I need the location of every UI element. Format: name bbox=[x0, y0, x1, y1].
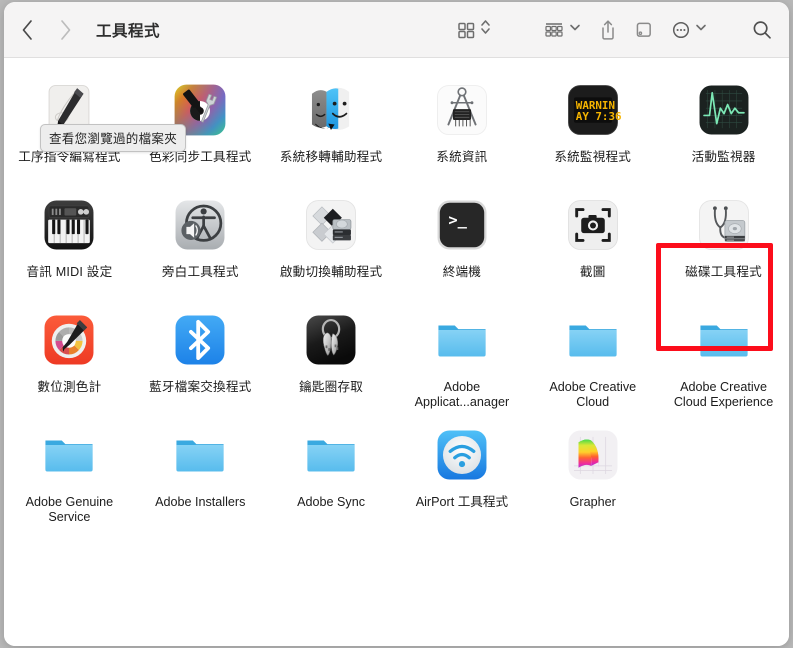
boot-camp-assistant-icon bbox=[299, 193, 363, 257]
tag-icon bbox=[636, 22, 651, 37]
file-label: 系統移轉輔助程式 bbox=[279, 150, 383, 164]
chevron-down-icon bbox=[569, 17, 581, 42]
migration-assistant-icon bbox=[299, 78, 363, 142]
tag-button[interactable] bbox=[633, 15, 655, 45]
console-line-2: AY 7:36 bbox=[576, 110, 622, 123]
file-item-airport-utility[interactable]: AirPort 工具程式 bbox=[396, 417, 527, 532]
file-label: 磁碟工具程式 bbox=[685, 265, 762, 279]
voiceover-utility-icon bbox=[168, 193, 232, 257]
folder-icon bbox=[561, 308, 625, 372]
keychain-access-icon bbox=[299, 308, 363, 372]
file-label: 活動監視器 bbox=[691, 150, 756, 164]
file-label: 系統資訊 bbox=[436, 150, 488, 164]
file-item-bluetooth-file-exchange[interactable]: 藍牙檔案交換程式 bbox=[135, 302, 266, 417]
file-label: 音訊 MIDI 設定 bbox=[26, 265, 113, 279]
bluetooth-file-exchange-icon bbox=[168, 308, 232, 372]
audio-midi-setup-icon bbox=[37, 193, 101, 257]
folder-icon bbox=[299, 423, 363, 487]
file-label: Adobe Installers bbox=[155, 495, 246, 509]
back-button[interactable] bbox=[16, 15, 38, 45]
share-icon bbox=[602, 19, 614, 40]
file-item-adobe-installers[interactable]: Adobe Installers bbox=[135, 417, 266, 532]
folder-icon bbox=[168, 423, 232, 487]
file-item-keychain-access[interactable]: 鑰匙圈存取 bbox=[266, 302, 397, 417]
file-label: Adobe Genuine Service bbox=[25, 495, 114, 524]
screenshot-icon bbox=[561, 193, 625, 257]
file-item-adobe-creative-cloud[interactable]: Adobe Creative Cloud bbox=[527, 302, 658, 417]
file-item-adobe-genuine-service[interactable]: Adobe Genuine Service bbox=[4, 417, 135, 532]
file-label: Adobe Creative Cloud Experience bbox=[673, 380, 774, 409]
chevron-down-icon bbox=[695, 17, 707, 42]
file-item-adobe-application-manager[interactable]: Adobe Applicat...anager bbox=[396, 302, 527, 417]
file-item-terminal[interactable]: >_ 終端機 bbox=[396, 187, 527, 302]
file-label: AirPort 工具程式 bbox=[415, 495, 509, 509]
file-label: 截圖 bbox=[579, 265, 606, 279]
search-button[interactable] bbox=[751, 15, 773, 45]
file-label: 數位測色計 bbox=[37, 380, 102, 394]
folder-icon bbox=[37, 423, 101, 487]
window-title: 工具程式 bbox=[96, 22, 161, 40]
icon-view-button[interactable] bbox=[456, 15, 491, 45]
grid-row: Adobe Genuine Service Adobe Installers A… bbox=[4, 417, 789, 532]
file-label: Adobe Applicat...anager bbox=[414, 380, 510, 409]
updown-caret-icon bbox=[480, 17, 491, 42]
file-item-system-information[interactable]: 系統資訊 bbox=[396, 72, 527, 187]
finder-toolbar: 工具程式 bbox=[4, 2, 789, 58]
file-label: Adobe Creative Cloud bbox=[549, 380, 637, 409]
tooltip: 查看您瀏覽過的檔案夾 bbox=[40, 124, 187, 152]
share-button[interactable] bbox=[599, 15, 617, 45]
terminal-prompt: >_ bbox=[448, 211, 467, 229]
grid-row: 音訊 MIDI 設定 旁白工具程式 啟動切換輔助程式 >_ 終端機 截圖 磁碟工… bbox=[4, 187, 789, 302]
file-label: 系統監視程式 bbox=[554, 150, 632, 164]
system-information-icon bbox=[430, 78, 494, 142]
airport-utility-icon bbox=[430, 423, 494, 487]
file-item-console[interactable]: WARNIN AY 7:36 系統監視程式 bbox=[527, 72, 658, 187]
folder-icon bbox=[430, 308, 494, 372]
more-actions-button[interactable] bbox=[671, 15, 707, 45]
group-by-button[interactable] bbox=[543, 15, 581, 45]
finder-window: 工具程式 查看您瀏覽過的檔案夾 工序指令編寫程式 色彩同步工具程式 系統移轉輔助… bbox=[4, 2, 789, 646]
file-item-screenshot[interactable]: 截圖 bbox=[527, 187, 658, 302]
file-label: 工序指令編寫程式 bbox=[18, 150, 121, 164]
file-label: 鑰匙圈存取 bbox=[299, 380, 364, 394]
file-label: 旁白工具程式 bbox=[161, 265, 239, 279]
grapher-icon bbox=[561, 423, 625, 487]
file-item-disk-utility[interactable]: 磁碟工具程式 bbox=[658, 187, 789, 302]
file-item-migration-assistant[interactable]: 系統移轉輔助程式 bbox=[266, 72, 397, 187]
file-label: Adobe Sync bbox=[297, 495, 366, 509]
forward-button[interactable] bbox=[54, 15, 76, 45]
file-label: 終端機 bbox=[442, 265, 482, 279]
console-icon: WARNIN AY 7:36 bbox=[561, 78, 625, 142]
navigation-buttons bbox=[16, 15, 76, 45]
list-group-icon bbox=[545, 22, 563, 37]
file-label: 藍牙檔案交換程式 bbox=[149, 380, 252, 394]
file-item-adobe-sync[interactable]: Adobe Sync bbox=[266, 417, 397, 532]
terminal-icon: >_ bbox=[430, 193, 494, 257]
file-grid: 查看您瀏覽過的檔案夾 工序指令編寫程式 色彩同步工具程式 系統移轉輔助程式 系統… bbox=[4, 58, 789, 646]
file-item-adobe-creative-cloud-experience[interactable]: Adobe Creative Cloud Experience bbox=[658, 302, 789, 417]
digital-color-meter-icon bbox=[37, 308, 101, 372]
file-label: 啟動切換輔助程式 bbox=[279, 265, 383, 279]
disk-utility-icon bbox=[692, 193, 756, 257]
ellipsis-circle-icon bbox=[672, 21, 690, 38]
file-item-audio-midi-setup[interactable]: 音訊 MIDI 設定 bbox=[4, 187, 135, 302]
file-item-activity-monitor[interactable]: 活動監視器 bbox=[658, 72, 789, 187]
activity-monitor-icon bbox=[692, 78, 756, 142]
file-item-digital-color-meter[interactable]: 數位測色計 bbox=[4, 302, 135, 417]
file-item-boot-camp-assistant[interactable]: 啟動切換輔助程式 bbox=[266, 187, 397, 302]
file-item-voiceover-utility[interactable]: 旁白工具程式 bbox=[135, 187, 266, 302]
file-item-grapher[interactable]: Grapher bbox=[527, 417, 658, 532]
grid-row: 數位測色計 藍牙檔案交換程式 鑰匙圈存取 Adobe Applicat...an… bbox=[4, 302, 789, 417]
file-label: Grapher bbox=[569, 495, 616, 509]
file-item-empty bbox=[658, 417, 789, 532]
grid-view-icon bbox=[458, 22, 475, 38]
file-label: 色彩同步工具程式 bbox=[149, 150, 252, 164]
folder-icon bbox=[692, 308, 756, 372]
empty-slot bbox=[692, 423, 756, 487]
search-icon bbox=[753, 20, 771, 39]
toolbar-actions bbox=[456, 15, 773, 45]
